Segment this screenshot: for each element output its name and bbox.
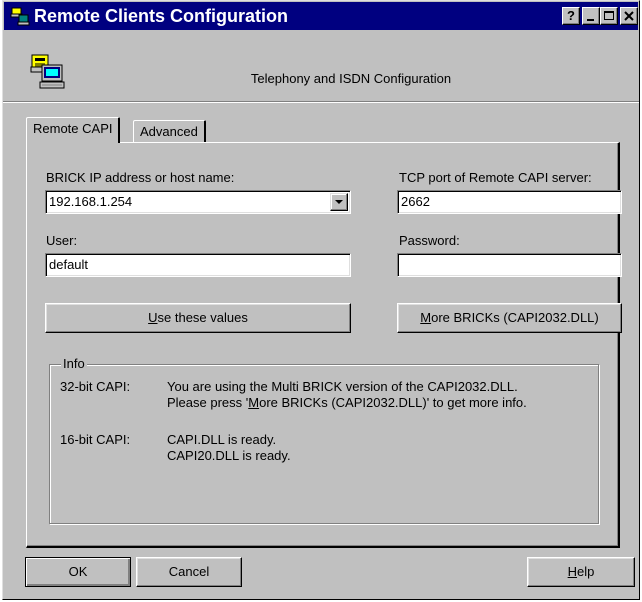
user-label: User: (46, 233, 78, 248)
info-row1-line2: Please press 'More BRICKs (CAPI2032.DLL)… (167, 395, 527, 411)
password-label: Password: (399, 233, 460, 248)
minimize-icon (587, 19, 594, 21)
chevron-down-icon[interactable] (330, 193, 348, 211)
dialog-window: Remote Clients Configuration ? Telephony… (2, 0, 640, 600)
info-row2-line1: CAPI.DLL is ready. (167, 432, 277, 447)
info-row2-label: 16-bit CAPI: (60, 432, 131, 447)
use-values-label: se these values (157, 310, 248, 325)
info-row1-line2-pre: Please press ' (167, 395, 249, 410)
title-bar[interactable]: Remote Clients Configuration ? (4, 2, 638, 30)
window-title: Remote Clients Configuration (34, 6, 289, 26)
telephone-app-icon (10, 7, 30, 26)
help-title-button[interactable]: ? (562, 7, 580, 25)
close-button[interactable] (620, 7, 638, 25)
info-row1-text: You are using the Multi BRICK version of… (167, 379, 527, 411)
host-combobox[interactable]: 192.168.1.254 (45, 190, 351, 214)
help-label: elp (577, 564, 595, 579)
port-input[interactable]: 2662 (397, 190, 622, 214)
maximize-icon (604, 11, 614, 20)
password-input[interactable] (397, 253, 622, 277)
help-button[interactable]: Help (527, 557, 635, 587)
info-row1-line1: You are using the Multi BRICK version of… (167, 379, 518, 394)
ok-button[interactable]: OK (25, 557, 131, 587)
maximize-button[interactable] (600, 7, 618, 25)
info-row1-label: 32-bit CAPI: (60, 379, 131, 394)
header-divider (3, 101, 639, 103)
user-input[interactable]: default (45, 253, 351, 277)
tab-remote-capi[interactable]: Remote CAPI (26, 117, 121, 143)
host-label: BRICK IP address or host name: (46, 170, 235, 185)
header-title: Telephony and ISDN Configuration (250, 71, 452, 86)
use-values-accelerator: U (148, 310, 158, 325)
info-row2-text: CAPI.DLL is ready. CAPI20.DLL is ready. (167, 432, 291, 464)
info-row1-line2-accelerator: M (248, 395, 260, 410)
help-accelerator: H (567, 564, 578, 579)
more-bricks-button[interactable]: More BRICKs (CAPI2032.DLL) (397, 303, 622, 333)
info-row1-line2-post: ore BRICKs (CAPI2032.DLL)' to get more i… (259, 395, 527, 410)
port-label: TCP port of Remote CAPI server: (399, 170, 592, 185)
tab-advanced[interactable]: Advanced (133, 120, 206, 142)
minimize-button[interactable] (582, 7, 600, 25)
header-area: Telephony and ISDN Configuration (4, 31, 638, 101)
host-value: 192.168.1.254 (49, 194, 133, 209)
info-legend: Info (61, 356, 87, 371)
more-bricks-label: ore BRICKs (CAPI2032.DLL) (431, 310, 599, 325)
info-row2-line2: CAPI20.DLL is ready. (167, 448, 291, 463)
cancel-button[interactable]: Cancel (136, 557, 242, 587)
close-icon (624, 11, 634, 21)
more-bricks-accelerator: M (420, 310, 432, 325)
use-values-button[interactable]: Use these values (45, 303, 351, 333)
